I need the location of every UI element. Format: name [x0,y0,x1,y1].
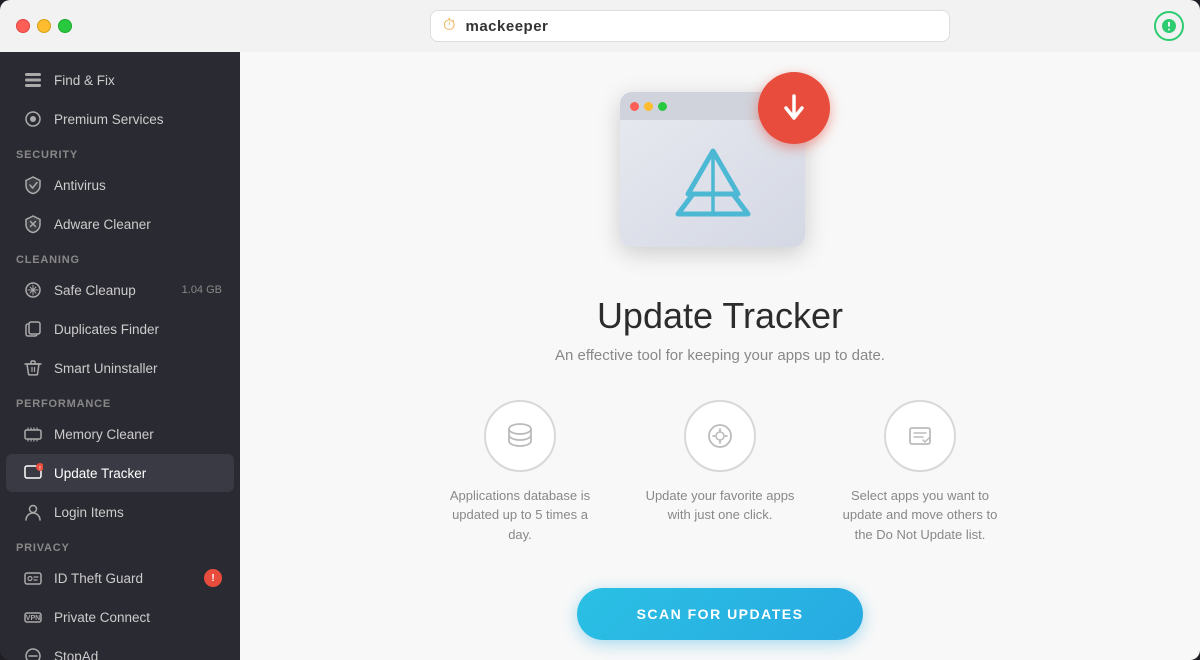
sidebar-item-login-items[interactable]: Login Items [6,493,234,531]
sidebar-item-id-theft-guard[interactable]: ID Theft Guard ! [6,559,234,597]
sidebar-label-private-connect: Private Connect [54,610,222,625]
content-subtitle: An effective tool for keeping your apps … [555,347,885,364]
sidebar-label-smart-uninstaller: Smart Uninstaller [54,361,222,376]
feature-select: Select apps you want to update and move … [840,400,1000,545]
sidebar: Find & Fix Premium Services Security [0,52,240,660]
memory-icon [22,423,44,445]
vpn-icon: VPN [22,606,44,628]
address-bar: ⏱ mackeeper [430,10,950,42]
minimize-button[interactable] [37,19,51,33]
sidebar-label-duplicates-finder: Duplicates Finder [54,322,222,337]
close-button[interactable] [16,19,30,33]
hero-illustration [610,72,830,271]
copy-icon [22,318,44,340]
sidebar-item-safe-cleanup[interactable]: Safe Cleanup 1.04 GB [6,271,234,309]
id-icon [22,567,44,589]
titlebar: ⏱ mackeeper [0,0,1200,52]
sidebar-label-memory-cleaner: Memory Cleaner [54,427,222,442]
section-label-performance: Performance [0,388,240,414]
sidebar-item-memory-cleaner[interactable]: Memory Cleaner [6,415,234,453]
feature-text-select: Select apps you want to update and move … [840,486,1000,545]
sidebar-item-private-connect[interactable]: VPN Private Connect [6,598,234,636]
content-area: Update Tracker An effective tool for kee… [240,52,1200,660]
sidebar-item-adware-cleaner[interactable]: Adware Cleaner [6,205,234,243]
sidebar-item-stopad[interactable]: StopAd [6,637,234,660]
sidebar-label-update-tracker: Update Tracker [54,466,222,481]
sidebar-label-premium-services: Premium Services [54,112,222,127]
feature-oneclick: Update your favorite apps with just one … [640,400,800,545]
titlebar-center: ⏱ mackeeper [240,10,1140,42]
content-title: Update Tracker [597,295,843,337]
app-store-logo [673,146,753,221]
sidebar-label-antivirus: Antivirus [54,178,222,193]
feature-database: Applications database is updated up to 5… [440,400,600,545]
stopad-icon [22,645,44,660]
cursor-icon [703,419,737,453]
sidebar-label-login-items: Login Items [54,505,222,520]
database-icon-circle [484,400,556,472]
app-brand: mackeeper [465,18,548,35]
sidebar-item-premium-services[interactable]: Premium Services [6,100,234,138]
maximize-button[interactable] [58,19,72,33]
sidebar-label-find-fix: Find & Fix [54,73,222,88]
sparkle-icon [22,279,44,301]
list-check-icon [903,419,937,453]
download-arrow-icon [776,90,812,126]
scan-button[interactable]: SCAN FOR UPDATES [577,588,864,640]
login-icon [22,501,44,523]
antivirus-icon [22,174,44,196]
sidebar-label-stopad: StopAd [54,649,222,660]
sidebar-item-antivirus[interactable]: Antivirus [6,166,234,204]
history-icon: ⏱ [443,17,455,35]
sidebar-item-update-tracker[interactable]: ! Update Tracker [6,454,234,492]
svg-text:VPN: VPN [26,615,40,622]
wrench-icon [22,69,44,91]
sidebar-label-id-theft-guard: ID Theft Guard [54,571,194,586]
feature-text-database: Applications database is updated up to 5… [440,486,600,545]
illus-dot-yellow [644,102,653,111]
download-badge [758,72,830,144]
illus-dot-green [658,102,667,111]
sidebar-label-adware-cleaner: Adware Cleaner [54,217,222,232]
traffic-lights [0,19,240,33]
main-layout: Find & Fix Premium Services Security [0,52,1200,660]
support-icon[interactable] [1154,11,1184,41]
adware-icon [22,213,44,235]
feature-text-oneclick: Update your favorite apps with just one … [640,486,800,525]
sidebar-label-safe-cleanup: Safe Cleanup [54,283,172,298]
sidebar-item-smart-uninstaller[interactable]: Smart Uninstaller [6,349,234,387]
trash-icon [22,357,44,379]
sidebar-size-cleanup: 1.04 GB [182,284,222,296]
sidebar-item-duplicates-finder[interactable]: Duplicates Finder [6,310,234,348]
illus-dot-red [630,102,639,111]
section-label-cleaning: Cleaning [0,244,240,270]
features-list: Applications database is updated up to 5… [440,400,1000,545]
section-label-security: Security [0,139,240,165]
list-check-icon-circle [884,400,956,472]
titlebar-right [1140,11,1200,41]
database-icon [503,419,537,453]
app-window: ⏱ mackeeper [0,0,1200,660]
id-theft-badge: ! [204,569,222,587]
update-icon: ! [22,462,44,484]
star-icon [22,108,44,130]
cursor-icon-circle [684,400,756,472]
section-label-privacy: Privacy [0,532,240,558]
sidebar-item-find-fix[interactable]: Find & Fix [6,61,234,99]
